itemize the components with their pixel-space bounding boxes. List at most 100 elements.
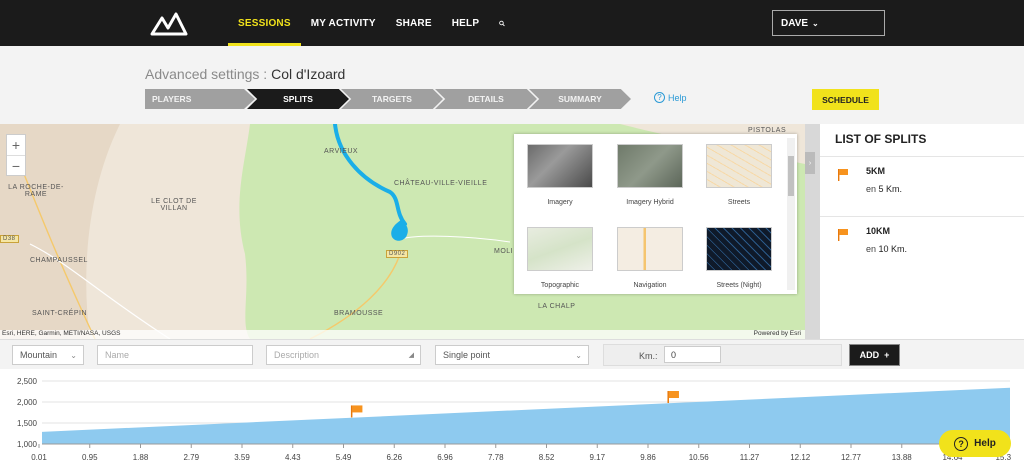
basemap-label: Navigation xyxy=(633,282,667,289)
add-split-button[interactable]: ADD + xyxy=(849,344,900,366)
elevation-chart[interactable]: 2,500 2,000 1,500 1,000 0.01 0.95 1.88 2.79 3.59… xyxy=(0,369,1024,469)
description-input[interactable]: Description ◢ xyxy=(266,345,421,365)
y-tick-label: 2,500 xyxy=(17,377,38,386)
mode-select-value: Single point xyxy=(443,350,491,360)
user-name: DAVE xyxy=(781,17,809,29)
elevation-chart-svg: 2,500 2,000 1,500 1,000 0.01 0.95 1.88 2.79 3.59… xyxy=(17,377,1012,462)
step-summary[interactable]: SUMMARY xyxy=(529,89,631,109)
splits-title: LIST OF SPLITS xyxy=(835,132,927,146)
help-link[interactable]: ? Help xyxy=(654,92,687,103)
zoom-out-button[interactable]: − xyxy=(7,155,25,175)
split-name: 5KM xyxy=(866,166,886,176)
name-input[interactable]: Name xyxy=(97,345,253,365)
map-label: SAINT-CRÉPIN xyxy=(32,310,88,317)
search-icon[interactable] xyxy=(489,0,515,46)
help-link-label: Help xyxy=(668,92,687,103)
split-flag xyxy=(668,391,679,399)
logo-icon[interactable] xyxy=(150,10,188,36)
x-tick-label: 9.86 xyxy=(640,453,656,462)
basemap-imagery[interactable]: Imagery xyxy=(527,144,593,206)
chevron-down-icon: ⌄ xyxy=(70,350,77,360)
floating-help-button[interactable]: ? Help xyxy=(939,430,1011,457)
split-item[interactable]: 10KM en 10 Km. xyxy=(820,216,1024,276)
road-shield: D902 xyxy=(386,250,409,258)
basemap-gallery: Imagery Imagery Hybrid Streets Topograph… xyxy=(514,134,797,294)
x-tick-label: 9.17 xyxy=(589,453,605,462)
splits-panel: LIST OF SPLITS 5KM en 5 Km. 10KM en 10 K… xyxy=(820,124,1024,339)
top-navbar: SESSIONS MY ACTIVITY SHARE HELP DAVE ⌄ xyxy=(0,0,1024,46)
nav-help[interactable]: HELP xyxy=(442,0,489,46)
collapse-panel-icon[interactable]: › xyxy=(805,152,815,174)
title-name: Col d'Izoard xyxy=(271,66,346,82)
question-icon: ? xyxy=(954,436,969,451)
basemap-navigation[interactable]: Navigation xyxy=(617,227,683,289)
x-tick-label: 7.78 xyxy=(488,453,504,462)
page-title: Advanced settings : Col d'Izoard xyxy=(145,66,345,82)
zoom-in-button[interactable]: + xyxy=(7,135,25,155)
map-attribution: Esri, HERE, Garmin, METI/NASA, USGS Powe… xyxy=(0,330,805,339)
topographic-thumbnail xyxy=(527,227,593,271)
map-label: PISTOLAS xyxy=(748,127,787,134)
x-tick-label: 6.26 xyxy=(386,453,402,462)
road-shield: D38 xyxy=(0,235,19,243)
basemap-topographic[interactable]: Topographic xyxy=(527,227,593,289)
type-select-value: Mountain xyxy=(20,350,58,360)
basemap-label: Imagery xyxy=(547,199,573,206)
basemap-streets-night[interactable]: Streets (Night) xyxy=(706,227,772,289)
basemap-imagery-hybrid[interactable]: Imagery Hybrid xyxy=(617,144,683,206)
resize-handle-icon[interactable]: ◢ xyxy=(409,351,414,359)
x-tick-label: 13.88 xyxy=(892,453,913,462)
basemap-label: Imagery Hybrid xyxy=(626,199,674,206)
km-input[interactable]: 0 xyxy=(664,346,721,363)
y-tick-label: 2,000 xyxy=(17,398,38,407)
basemap-streets[interactable]: Streets xyxy=(706,144,772,206)
step-players[interactable]: PLAYERS xyxy=(145,89,255,109)
nav-share[interactable]: SHARE xyxy=(386,0,442,46)
imagery-hybrid-thumbnail xyxy=(617,144,683,188)
settings-header: Advanced settings : Col d'Izoard PLAYERS… xyxy=(0,46,1024,124)
x-tick-label: 10.56 xyxy=(689,453,710,462)
map-view[interactable]: + − ARVIEUX CHÂTEAU-VILLE-VIEILLE LE CLO… xyxy=(0,124,805,339)
x-tick-label: 1.88 xyxy=(133,453,149,462)
split-item[interactable]: 5KM en 5 Km. xyxy=(820,156,1024,216)
chevron-down-icon: ⌄ xyxy=(812,18,819,28)
basemap-label: Topographic xyxy=(540,282,580,289)
description-placeholder: Description xyxy=(274,350,320,360)
y-tick-label: 1,000 xyxy=(17,440,38,449)
x-tick-label: 3.59 xyxy=(234,453,250,462)
scrollbar-thumb[interactable] xyxy=(788,156,794,196)
map-label: BRAMOUSSE xyxy=(334,310,384,317)
streets-thumbnail xyxy=(706,144,772,188)
map-label: LE CLOT DE VILLAN xyxy=(151,198,197,212)
km-label: Km.: xyxy=(639,351,658,361)
type-select[interactable]: Mountain ⌄ xyxy=(12,345,84,365)
map-label: CHAMPAUSSEL xyxy=(30,257,88,264)
attribution-right[interactable]: Powered by Esri xyxy=(754,330,801,337)
navigation-thumbnail xyxy=(617,227,683,271)
zoom-controls: + − xyxy=(6,134,26,176)
step-splits[interactable]: SPLITS xyxy=(247,89,349,109)
user-menu[interactable]: DAVE ⌄ xyxy=(772,10,885,36)
x-tick-label: 4.43 xyxy=(285,453,301,462)
split-distance-prefix: en xyxy=(866,244,879,254)
x-tick-label: 12.12 xyxy=(790,453,811,462)
nav-my-activity[interactable]: MY ACTIVITY xyxy=(301,0,386,46)
km-group: Km.: 0 xyxy=(603,344,842,366)
map-label: ARVIEUX xyxy=(324,148,359,155)
x-tick-label: 5.49 xyxy=(336,453,352,462)
schedule-button[interactable]: SCHEDULE xyxy=(812,89,879,110)
split-name: 10KM xyxy=(866,226,891,236)
x-tick-label: 0.01 xyxy=(31,453,47,462)
split-distance: en 5 Km. xyxy=(866,184,902,194)
y-tick-label: 1,500 xyxy=(17,419,38,428)
mode-select[interactable]: Single point ⌄ xyxy=(435,345,589,365)
attribution-left: Esri, HERE, Garmin, METI/NASA, USGS xyxy=(2,330,121,337)
split-form: Mountain ⌄ Name Description ◢ Single poi… xyxy=(0,339,1024,369)
nav-sessions[interactable]: SESSIONS xyxy=(228,0,301,46)
main-nav: SESSIONS MY ACTIVITY SHARE HELP xyxy=(228,0,515,46)
gallery-scrollbar[interactable] xyxy=(787,138,795,290)
map-label: LA ROCHE-DE-RAME xyxy=(8,184,64,198)
step-targets[interactable]: TARGETS xyxy=(341,89,443,109)
x-tick-label: 8.52 xyxy=(539,453,555,462)
step-details[interactable]: DETAILS xyxy=(435,89,537,109)
